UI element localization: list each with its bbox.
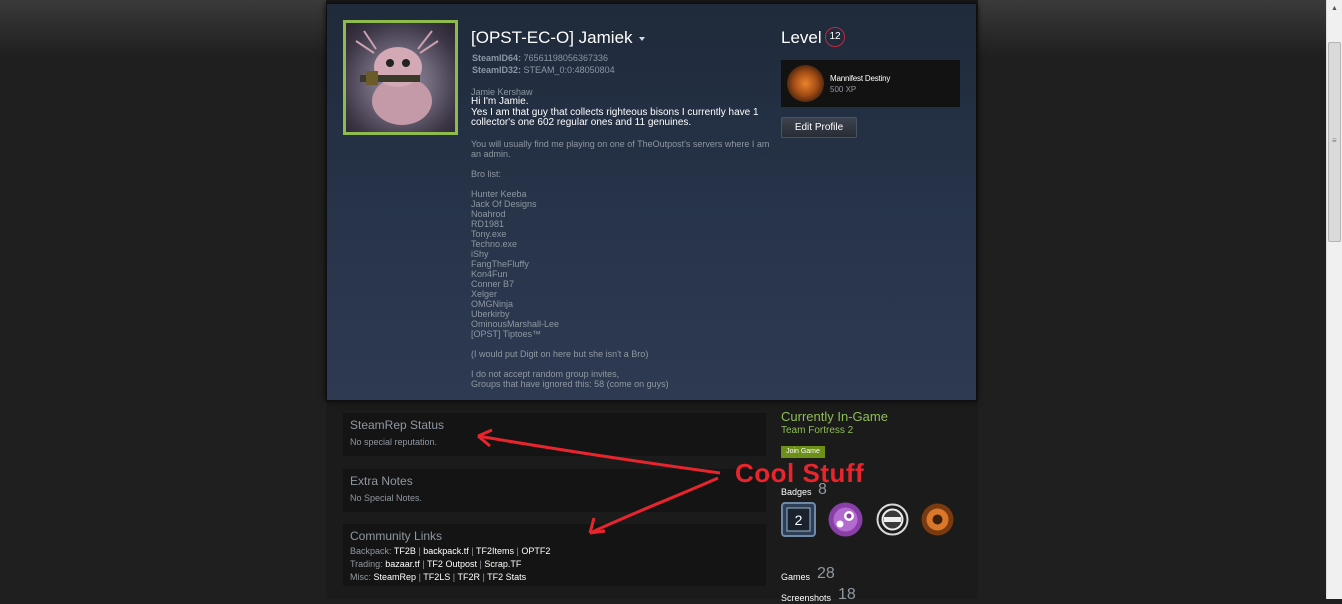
bro-list-item: Uberkirby (471, 308, 510, 319)
summary-intro: Hi I'm Jamie. (471, 96, 529, 107)
persona-name[interactable]: [OPST-EC-O] Jamiek (471, 28, 645, 48)
level-label: Level (781, 28, 822, 47)
steamid64-row: SteamID64: 76561198056367336 (472, 52, 615, 64)
steamrep-text: No special reputation. (350, 437, 438, 447)
favorite-badge-xp: 500 XP (830, 85, 857, 94)
bro-list-item: Noahrod (471, 208, 506, 219)
favorite-badge-name: Mannifest Destiny (830, 74, 891, 83)
bro-list-item: Kon4Fun (471, 268, 508, 279)
misc-label: Misc: (350, 572, 371, 582)
link-separator: | (479, 559, 482, 569)
link-tf2b[interactable]: TF2B (394, 546, 416, 556)
trading-links-row: Trading: bazaar.tf | TF2 Outpost | Scrap… (350, 559, 521, 569)
badge-icon-number: 2 (795, 512, 803, 528)
link-separator: | (516, 546, 519, 556)
steamid64-label: SteamID64: (472, 53, 522, 63)
link-backpack-tf[interactable]: backpack.tf (423, 546, 469, 556)
join-game-button[interactable]: Join Game (781, 446, 825, 458)
level-badge[interactable]: 12 (825, 27, 845, 47)
link-separator: | (482, 572, 485, 582)
caret-down-icon[interactable] (638, 36, 645, 41)
steamrep-status-block: SteamRep Status No special reputation. (343, 413, 766, 456)
bro-list-item: Tony.exe (471, 228, 507, 239)
link-steamrep[interactable]: SteamRep (374, 572, 417, 582)
link-tf2ls[interactable]: TF2LS (423, 572, 450, 582)
link-separator: | (471, 546, 474, 556)
bro-list-header: Bro list: (471, 168, 502, 179)
bro-list-item: FangTheFluffy (471, 258, 529, 269)
trading-label: Trading: (350, 559, 383, 569)
creature-avatar-icon (355, 30, 439, 125)
screenshots-label[interactable]: Screenshots (781, 593, 831, 603)
scroll-up-arrow-icon[interactable]: ▲ (1327, 0, 1342, 17)
games-count[interactable]: 28 (817, 565, 835, 583)
backpack-links-row: Backpack: TF2B | backpack.tf | TF2Items … (350, 546, 550, 556)
annotation-text: Cool Stuff (735, 458, 865, 488)
games-label[interactable]: Games (781, 572, 810, 582)
extra-notes-block: Extra Notes No Special Notes. (343, 469, 766, 512)
scrollbar-thumb[interactable]: ≡ (1328, 42, 1341, 242)
steamrep-title: SteamRep Status (350, 418, 445, 432)
steamid32-value: STEAM_0:0:48050804 (523, 65, 615, 75)
steamid32-label: SteamID32: (472, 65, 522, 75)
vertical-scrollbar[interactable]: ▲ ≡ (1326, 0, 1342, 599)
profile-summary: Jamie Kershaw Hi I'm Jamie. Yes I am tha… (471, 87, 771, 389)
steamid32-row: SteamID32: STEAM_0:0:48050804 (472, 64, 615, 76)
in-game-game-name[interactable]: Team Fortress 2 (781, 425, 853, 436)
bro-list-item: Xelger (471, 288, 498, 299)
extra-notes-text: No Special Notes. (350, 493, 423, 503)
persona-name-text: [OPST-EC-O] Jamiek (471, 28, 633, 47)
favorite-badge[interactable]: Mannifest Destiny 500 XP (781, 60, 960, 107)
summary-play: You will usually find me playing on one … (471, 138, 770, 159)
link-bazaar-tf[interactable]: bazaar.tf (385, 559, 420, 569)
bro-list-item: OminousMarshall-Lee (471, 318, 560, 329)
link-separator: | (418, 546, 421, 556)
bro-list-item: iShy (471, 248, 489, 259)
link-tf2r[interactable]: TF2R (457, 572, 480, 582)
bro-list-item: Hunter Keeba (471, 188, 527, 199)
avatar-image (346, 23, 455, 132)
mannifest-destiny-badge-small-icon[interactable] (920, 502, 955, 537)
extra-notes-title: Extra Notes (350, 474, 413, 488)
link-tf2items[interactable]: TF2Items (476, 546, 514, 556)
avatar[interactable] (343, 20, 458, 135)
summary-bison: Yes I am that guy that collects righteou… (471, 106, 759, 128)
bro-list-item: [OPST] Tiptoes™ (471, 328, 542, 339)
in-game-status-title: Currently In-Game (781, 409, 888, 424)
scrollbar-grip-icon: ≡ (1332, 136, 1337, 145)
link-separator: | (418, 572, 421, 582)
steamid64-value: 76561198056367336 (523, 53, 608, 63)
bro-list-item: Conner B7 (471, 278, 515, 289)
years-of-service-badge-icon[interactable]: 2 (781, 502, 816, 537)
summary-digit: (I would put Digit on here but she isn't… (471, 348, 649, 359)
link-separator: | (452, 572, 456, 582)
link-tf2-stats[interactable]: TF2 Stats (487, 572, 526, 582)
screenshots-count[interactable]: 18 (838, 586, 856, 604)
backpack-label: Backpack: (350, 546, 392, 556)
mannifest-destiny-badge-icon (787, 65, 824, 102)
community-links-title: Community Links (350, 529, 443, 543)
steam-badge-icon[interactable] (828, 502, 863, 537)
community-links-block: Community Links Backpack: TF2B | backpac… (343, 524, 766, 586)
steam-ids: SteamID64: 76561198056367336 SteamID32: … (472, 52, 615, 76)
bro-list-item: Techno.exe (471, 238, 518, 249)
link-tf2-outpost[interactable]: TF2 Outpost (427, 559, 477, 569)
bro-list-item: RD1981 (471, 218, 505, 229)
bro-list-item: OMGNinja (471, 298, 514, 309)
misc-links-row: Misc: SteamRep | TF2LS | TF2R | TF2 Stat… (350, 572, 526, 582)
summary-invites: I do not accept random group invites, (471, 368, 620, 379)
link-optf2[interactable]: OPTF2 (521, 546, 550, 556)
summary-groups: Groups that have ignored this: 58 (come … (471, 378, 669, 389)
community-badge-icon[interactable] (875, 502, 910, 537)
link-separator: | (422, 559, 425, 569)
bro-list-item: Jack Of Designs (471, 198, 537, 209)
edit-profile-button[interactable]: Edit Profile (781, 117, 857, 138)
link-scrap-tf[interactable]: Scrap.TF (484, 559, 521, 569)
